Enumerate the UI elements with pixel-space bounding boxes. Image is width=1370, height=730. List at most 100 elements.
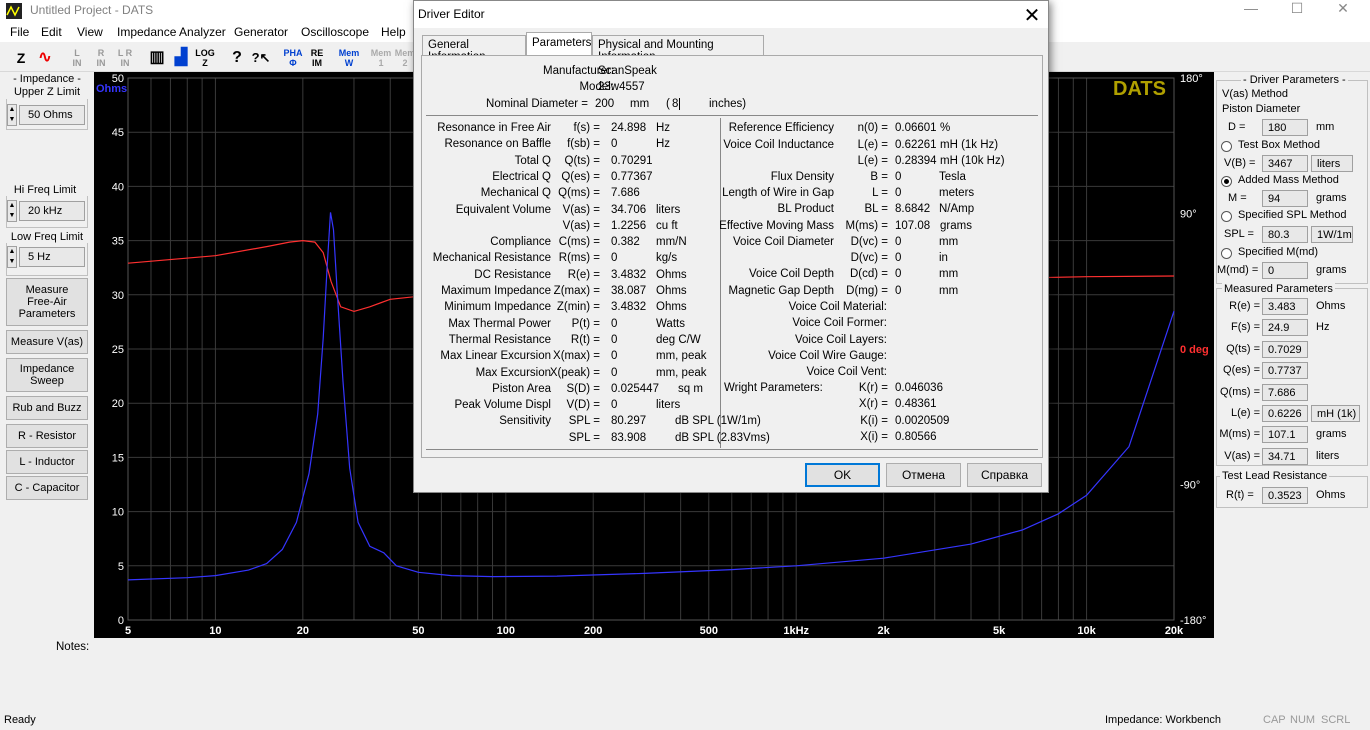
- param-value[interactable]: 0: [895, 252, 901, 264]
- param-value[interactable]: 0.70291: [611, 155, 653, 167]
- spectrum-icon[interactable]: ▟: [170, 48, 192, 70]
- hi-freq-value[interactable]: 20 kHz: [19, 201, 85, 221]
- maximize-button[interactable]: ☐: [1274, 0, 1320, 22]
- param-value[interactable]: 0.77367: [611, 171, 653, 183]
- param-value[interactable]: 107.08: [895, 220, 930, 232]
- low-freq-value[interactable]: 5 Hz: [19, 247, 85, 267]
- param-value[interactable]: 34.706: [611, 204, 646, 216]
- memw-icon[interactable]: Mem W: [338, 48, 360, 70]
- rin-icon[interactable]: R IN: [90, 48, 112, 70]
- low-freq-spinner[interactable]: ▲ ▼: [7, 246, 17, 268]
- vb-input[interactable]: 3467: [1262, 155, 1308, 172]
- dialog-close-button[interactable]: ✕: [1018, 3, 1046, 28]
- specified-mmd-radio[interactable]: [1221, 248, 1232, 259]
- param-value[interactable]: 0: [611, 399, 617, 411]
- menu-oscilloscope[interactable]: Oscilloscope: [301, 25, 369, 39]
- wright-value[interactable]: 0.0020509: [895, 415, 949, 427]
- param-value[interactable]: 0: [611, 367, 617, 379]
- menu-file[interactable]: File: [10, 25, 29, 39]
- param-value[interactable]: 0.28394: [895, 155, 937, 167]
- tab-general-information[interactable]: General Information: [422, 35, 526, 63]
- status-cap: CAP: [1263, 714, 1286, 726]
- nominal-diameter-mm[interactable]: 200: [595, 98, 614, 110]
- driver-editor-dialog: Driver Editor ✕ General Information Para…: [413, 0, 1049, 493]
- cancel-button[interactable]: Отмена: [886, 463, 961, 487]
- y2-tick-label: 0 deg: [1180, 344, 1209, 356]
- param-value[interactable]: 0: [611, 350, 617, 362]
- param-unit: dB SPL (1W/1m): [675, 415, 761, 428]
- measured-param-value: 107.1: [1262, 426, 1308, 444]
- measure-free-air-button[interactable]: Measure Free-Air Parameters: [6, 278, 88, 326]
- param-value[interactable]: 0: [611, 252, 617, 264]
- param-value[interactable]: 3.4832: [611, 269, 646, 281]
- param-value[interactable]: 7.686: [611, 187, 640, 199]
- menu-help[interactable]: Help: [381, 25, 406, 39]
- param-value[interactable]: 0.62261: [895, 139, 937, 151]
- ok-button[interactable]: OK: [805, 463, 880, 487]
- m-input[interactable]: 94: [1262, 190, 1308, 207]
- param-value[interactable]: 0: [895, 268, 901, 280]
- param-value[interactable]: 0: [611, 138, 617, 150]
- context-help-icon[interactable]: ?↖: [250, 48, 272, 70]
- d-input[interactable]: 180: [1262, 119, 1308, 136]
- param-value[interactable]: 0: [895, 236, 901, 248]
- param-value[interactable]: 0: [611, 334, 617, 346]
- mmd-input[interactable]: 0: [1262, 262, 1308, 279]
- param-value[interactable]: 1.2256: [611, 220, 646, 232]
- close-button[interactable]: ✕: [1320, 0, 1366, 22]
- reim-icon[interactable]: RE IM: [306, 48, 328, 70]
- lin-icon[interactable]: L IN: [66, 48, 88, 70]
- minimize-button[interactable]: —: [1228, 0, 1274, 22]
- logz-icon[interactable]: LOG Z: [194, 48, 216, 70]
- lrin-icon[interactable]: L R IN: [114, 48, 136, 70]
- tab-physical-mounting[interactable]: Physical and Mounting Information: [592, 35, 764, 63]
- measured-param-label: F(s) =: [1230, 321, 1260, 334]
- param-value[interactable]: 0.382: [611, 236, 640, 248]
- param-value[interactable]: 8.6842: [895, 203, 930, 215]
- wright-value[interactable]: 0.80566: [895, 431, 937, 443]
- rub-and-buzz-button[interactable]: Rub and Buzz: [6, 396, 88, 420]
- tab-parameters[interactable]: Parameters: [526, 32, 592, 56]
- inductor-button[interactable]: L - Inductor: [6, 450, 88, 474]
- upper-z-value[interactable]: 50 Ohms: [19, 105, 85, 125]
- wright-value[interactable]: 0.046036: [895, 382, 943, 394]
- mem1-icon[interactable]: Mem 1: [370, 48, 392, 70]
- bars-icon[interactable]: ▥: [146, 48, 168, 70]
- param-value[interactable]: 83.908: [611, 432, 646, 444]
- menu-impedance-analyzer[interactable]: Impedance Analyzer: [117, 25, 226, 39]
- capacitor-button[interactable]: C - Capacitor: [6, 476, 88, 500]
- spl-input[interactable]: 80.3: [1262, 226, 1308, 243]
- wright-value[interactable]: 0.48361: [895, 398, 937, 410]
- test-box-radio[interactable]: [1221, 141, 1232, 152]
- phase-icon[interactable]: PHA Φ: [282, 48, 304, 70]
- param-value[interactable]: 0: [895, 285, 901, 297]
- menu-view[interactable]: View: [77, 25, 103, 39]
- added-mass-radio[interactable]: [1221, 176, 1232, 187]
- upper-z-spinner[interactable]: ▲ ▼: [7, 104, 17, 126]
- sine-icon[interactable]: ∿: [34, 48, 56, 70]
- param-value[interactable]: 0: [895, 171, 901, 183]
- nominal-diameter-inches[interactable]: 8: [672, 98, 681, 110]
- help-icon[interactable]: ?: [226, 48, 248, 70]
- impedance-sweep-button[interactable]: Impedance Sweep: [6, 358, 88, 392]
- param-value[interactable]: 80.297: [611, 415, 646, 427]
- d-unit: mm: [1316, 121, 1335, 133]
- impedance-icon[interactable]: Z: [10, 48, 32, 70]
- measure-vas-button[interactable]: Measure V(as): [6, 330, 88, 354]
- specified-spl-radio[interactable]: [1221, 211, 1232, 222]
- param-value[interactable]: 0: [611, 318, 617, 330]
- param-value[interactable]: 0.025447: [611, 383, 659, 395]
- manufacturer-value[interactable]: ScanSpeak: [598, 65, 657, 77]
- param-value[interactable]: 0.06601: [895, 122, 937, 134]
- menu-generator[interactable]: Generator: [234, 25, 288, 39]
- menu-edit[interactable]: Edit: [41, 25, 62, 39]
- mmd-unit: grams: [1316, 264, 1347, 276]
- help-button[interactable]: Справка: [967, 463, 1042, 487]
- model-value[interactable]: 23w4557: [598, 81, 645, 93]
- param-value[interactable]: 3.4832: [611, 301, 646, 313]
- hi-freq-spinner[interactable]: ▲ ▼: [7, 200, 17, 222]
- param-value[interactable]: 38.087: [611, 285, 646, 297]
- param-value[interactable]: 0: [895, 187, 901, 199]
- resistor-button[interactable]: R - Resistor: [6, 424, 88, 448]
- param-value[interactable]: 24.898: [611, 122, 646, 134]
